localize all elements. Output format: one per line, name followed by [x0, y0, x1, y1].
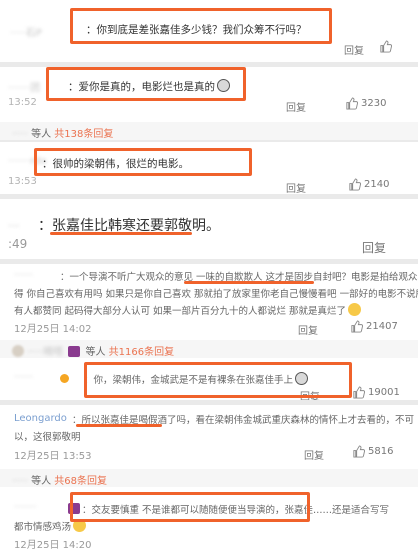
comment-time: 13:52 [8, 97, 37, 108]
subreply-count[interactable]: 共68条回复 [54, 476, 107, 487]
thumbs-up-icon [346, 97, 358, 110]
like-count: 2140 [364, 179, 390, 190]
reply-button[interactable]: 回复 [304, 447, 324, 462]
like-button[interactable]: 2140 [348, 178, 389, 191]
subreply-users: ·····嘀嗒 [27, 347, 64, 358]
subreply-users: ····· [12, 476, 28, 487]
comment-card: ······ ：你，梁朝伟，金城武是不是有裸条在张嘉佳手上 回复 19001 [0, 360, 418, 403]
comment-card: ······· ：交友要慎重 不是谁都可以随随便便当导演的，张嘉佳……还是适合写… [0, 490, 418, 551]
avatar [12, 345, 24, 357]
comment-username[interactable]: ······ [14, 270, 33, 281]
comment-text-line: ：交友要慎重 不是谁都可以随随便便当导演的，张嘉佳……还是适合写写 [82, 505, 390, 516]
comment-card: ·····石P ：你到底是差张嘉佳多少钱？我们众筹不行吗？ 回复 [0, 0, 418, 62]
comment-text-line: 得 你自己喜欢有用吗 如果只是你自己喜欢 那就拍了放家里你老自己慢慢看吧 一部好… [14, 289, 418, 300]
comment-text: ：你到底是差张嘉佳多少钱？我们众筹不行吗？ [86, 24, 307, 36]
comment-text: ：很帅的梁朝伟，很烂的电影。 [42, 158, 189, 170]
subreply-bar[interactable]: ····· 等人 共138条回复 [0, 122, 418, 140]
comment-username[interactable]: ······· [14, 502, 36, 513]
like-count: 3230 [361, 98, 387, 109]
comment-text-line: 以，这很郭敬明 [14, 432, 81, 443]
subreply-text: 等人 [31, 129, 52, 140]
subreply-count[interactable]: 共138条回复 [54, 129, 113, 140]
comment-username[interactable]: ··· [8, 219, 19, 233]
subreply-count[interactable]: 共1166条回复 [109, 347, 174, 358]
thumbs-up-icon [351, 320, 363, 333]
comment-text: ：爱你是真的，电影烂也是真的 [68, 79, 230, 94]
badge-icon [68, 346, 81, 357]
comment-card: Leongardo ：所以张嘉佳是喝假酒了吗，看在梁朝伟金城武重庆森林的情怀上才… [0, 405, 418, 465]
highlight-underline [76, 424, 162, 427]
emoji-icon [295, 372, 309, 385]
subreply-text: 等人 [31, 476, 52, 487]
comment-card: ······ ：一个导演不听广大观众的意见 一味的自欺欺人 这才是固步自封吧？电… [0, 264, 418, 338]
emoji-icon [217, 79, 230, 92]
comment-time: 13:53 [8, 176, 37, 187]
reply-button[interactable]: 回复 [344, 42, 364, 57]
comment-time: 12月25日 13:53 [14, 451, 92, 462]
comment-username[interactable]: ·······rdo [8, 156, 47, 167]
subreply-text: 等人 [85, 347, 106, 358]
emoji-icon [73, 519, 87, 532]
highlight-underline [184, 281, 314, 284]
emoji-icon [348, 303, 362, 316]
subreply-users: ····· [12, 129, 28, 140]
highlight-underline [50, 232, 192, 235]
thumbs-up-icon [353, 445, 365, 458]
comment-username[interactable]: ·······团 [8, 79, 40, 94]
comment-username[interactable]: Leongardo [14, 413, 67, 424]
like-button[interactable]: 19001 [352, 386, 400, 399]
comment-card: ·······rdo ：很帅的梁朝伟，很烂的电影。 13:53 回复 2140 [0, 142, 418, 195]
comment-text-line: 有人都赞同 起码得大部分人认可 如果一部片百分九十的人都说烂 那就是真烂了 [14, 303, 362, 317]
comment-username[interactable]: ·····石P [10, 24, 42, 39]
comment-text-line: 都市情感鸡汤 [14, 519, 87, 533]
like-button[interactable]: 21407 [350, 320, 398, 333]
thumbs-up-icon [353, 386, 365, 399]
comment-text: ：你，梁朝伟，金城武是不是有裸条在张嘉佳手上 [84, 372, 309, 386]
badge-icon [68, 503, 80, 514]
subreply-bar[interactable]: ····· 等人 共68条回复 [0, 469, 418, 487]
like-count: 19001 [368, 387, 400, 398]
thumbs-up-icon [380, 40, 392, 53]
like-button[interactable] [379, 40, 392, 56]
reply-button[interactable]: 回复 [362, 239, 386, 256]
comment-card: ·······团 ：爱你是真的，电影烂也是真的 13:52 回复 3230 [0, 67, 418, 115]
like-count: 5816 [368, 446, 394, 457]
reply-button[interactable]: 回复 [298, 322, 318, 337]
reply-button[interactable]: 回复 [286, 180, 306, 195]
verified-icon [60, 374, 69, 383]
like-button[interactable]: 3230 [345, 97, 386, 110]
comment-time: :49 [8, 237, 28, 251]
thumbs-up-icon [349, 178, 361, 191]
subreply-bar[interactable]: ·····嘀嗒 等人 共1166条回复 [0, 340, 418, 358]
like-count: 21407 [366, 321, 398, 332]
comment-time: 12月25日 14:02 [14, 324, 92, 335]
like-button[interactable]: 5816 [352, 445, 393, 458]
comment-username[interactable]: ······ [14, 372, 33, 383]
reply-button[interactable]: 回复 [286, 99, 306, 114]
comment-card: ··· ：张嘉佳比韩寒还要郭敬明。 :49 回复 [0, 199, 418, 259]
